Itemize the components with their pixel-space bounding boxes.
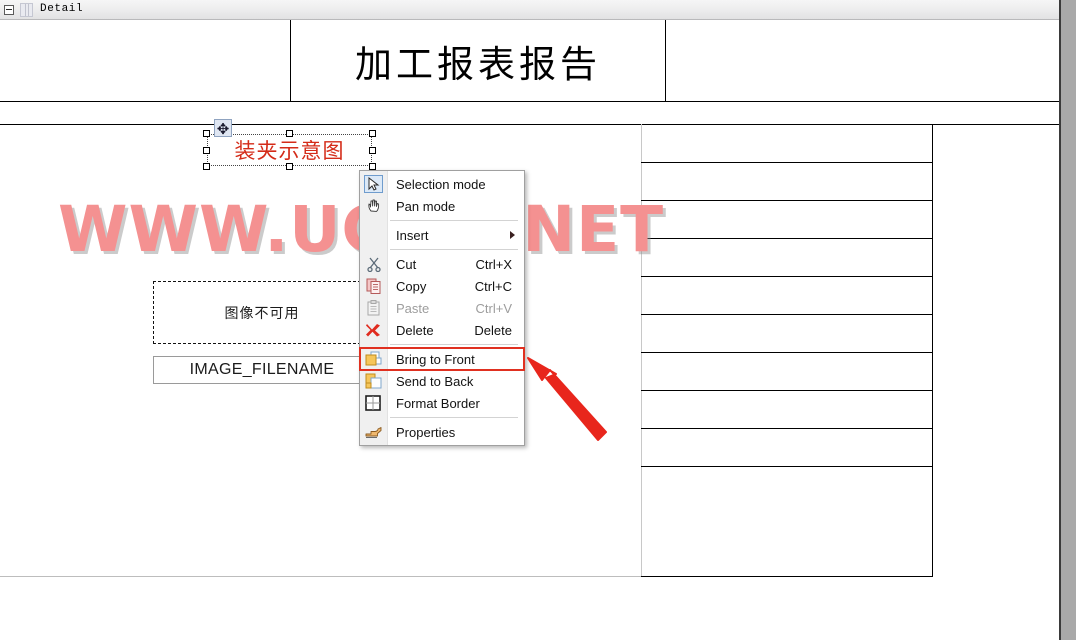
properties-hand-icon: [360, 421, 388, 443]
menu-item-shortcut: Ctrl+C: [474, 278, 512, 294]
hand-icon: [360, 195, 388, 217]
resize-handle-nw[interactable]: [203, 130, 210, 137]
menu-item-cut[interactable]: Cut Ctrl+X: [360, 253, 524, 275]
menu-separator: [390, 417, 518, 418]
menu-item-send-to-back[interactable]: Send to Back: [360, 370, 524, 392]
send-to-back-icon: [360, 370, 388, 392]
window-right-gutter: [1061, 0, 1076, 640]
menu-item-label: Send to Back: [396, 373, 474, 389]
table-row-divider: [641, 276, 933, 277]
format-border-icon: [360, 392, 388, 414]
menu-separator: [390, 220, 518, 221]
context-menu-item-list: Selection mode Pan mode Insert Cut Ctrl+X Cop…: [359, 173, 525, 443]
band-title-label: Detail: [40, 3, 84, 15]
menu-item-label: Properties: [396, 424, 456, 440]
menu-item-label: Pan mode: [396, 198, 456, 214]
body-right-table-right-border: [932, 124, 933, 576]
table-row-divider: [641, 238, 933, 239]
table-row-divider: [641, 162, 933, 163]
resize-handle-e[interactable]: [369, 147, 376, 154]
red-x-icon: [360, 319, 388, 341]
menu-item-insert[interactable]: Insert: [360, 224, 524, 246]
table-row-divider: [641, 428, 933, 429]
selected-element[interactable]: 装夹示意图 ✥: [202, 119, 377, 171]
menu-item-paste: Paste Ctrl+V: [360, 297, 524, 319]
resize-handle-w[interactable]: [203, 147, 210, 154]
image-placeholder-label: 图像不可用: [224, 305, 300, 322]
body-left-cell-divider: [641, 124, 642, 576]
menu-item-label: Selection mode: [396, 176, 486, 192]
page-title: 加工报表报告: [355, 43, 601, 86]
table-row-divider: [641, 200, 933, 201]
report-title-cell: 加工报表报告: [291, 21, 665, 101]
band-bottom-rule: [0, 576, 641, 577]
resize-handle-se[interactable]: [369, 163, 376, 170]
menu-item-shortcut: Ctrl+V: [475, 300, 512, 316]
resize-handle-n[interactable]: [286, 130, 293, 137]
chevron-right-icon: [510, 231, 515, 239]
menu-separator: [390, 249, 518, 250]
band-header-detail[interactable]: Detail: [0, 0, 1059, 20]
table-row-divider: [641, 466, 933, 467]
menu-item-label: Bring to Front: [396, 351, 475, 367]
cursor-arrow-icon: [360, 173, 388, 195]
resize-handle-ne[interactable]: [369, 130, 376, 137]
body-table-top-border: [0, 124, 1059, 125]
copy-icon: [360, 275, 388, 297]
menu-item-shortcut: Delete: [474, 322, 512, 338]
menu-item-label: Delete: [396, 322, 434, 338]
table-row-divider: [641, 352, 933, 353]
report-page[interactable]: 加工报表报告 WWW.UGNX.NET: [0, 20, 1059, 640]
menu-item-copy[interactable]: Copy Ctrl+C: [360, 275, 524, 297]
report-designer-canvas[interactable]: Detail 加工报表报告 图像不可用 IMAGE_FILENAME 装夹示意图…: [0, 0, 1061, 640]
bring-to-front-icon: [360, 348, 388, 370]
resize-handle-sw[interactable]: [203, 163, 210, 170]
minus-box-icon[interactable]: [4, 5, 14, 15]
menu-item-label: Format Border: [396, 395, 480, 411]
menu-item-label: Cut: [396, 256, 417, 272]
selected-label-text: 装夹示意图: [234, 139, 345, 163]
table-row-divider: [641, 390, 933, 391]
annotation-arrow-icon: [527, 357, 607, 441]
menu-separator: [390, 344, 518, 345]
menu-item-label: Insert: [396, 227, 429, 243]
menu-item-label: Copy: [396, 278, 427, 294]
paste-icon: [360, 297, 388, 319]
menu-item-properties[interactable]: Properties: [360, 421, 524, 443]
menu-item-bring-to-front[interactable]: Bring to Front: [359, 347, 525, 371]
scissors-icon: [360, 253, 388, 275]
none-icon: [360, 224, 388, 246]
menu-item-shortcut: Ctrl+X: [475, 256, 512, 272]
image-placeholder-box[interactable]: 图像不可用: [153, 281, 371, 344]
band-section-icon: [20, 3, 33, 17]
header-cell-right-border: [665, 20, 666, 101]
image-filename-label: IMAGE_FILENAME: [189, 361, 335, 378]
header-table-bottom-border: [0, 101, 1059, 102]
context-menu[interactable]: Selection mode Pan mode Insert Cut Ctrl+X Cop…: [359, 170, 525, 446]
menu-item-format-border[interactable]: Format Border: [360, 392, 524, 414]
selected-label-box[interactable]: 装夹示意图: [207, 134, 372, 166]
table-row-divider: [641, 314, 933, 315]
menu-item-pan-mode[interactable]: Pan mode: [360, 195, 524, 217]
application-window: Detail 加工报表报告 图像不可用 IMAGE_FILENAME 装夹示意图…: [0, 0, 1076, 640]
resize-handle-s[interactable]: [286, 163, 293, 170]
menu-item-selection-mode[interactable]: Selection mode: [360, 173, 524, 195]
image-filename-field[interactable]: IMAGE_FILENAME: [153, 356, 371, 384]
menu-item-label: Paste: [396, 300, 430, 316]
body-table-bottom-border: [641, 576, 933, 577]
menu-item-delete[interactable]: Delete Delete: [360, 319, 524, 341]
move-cursor-icon[interactable]: ✥: [214, 119, 232, 138]
